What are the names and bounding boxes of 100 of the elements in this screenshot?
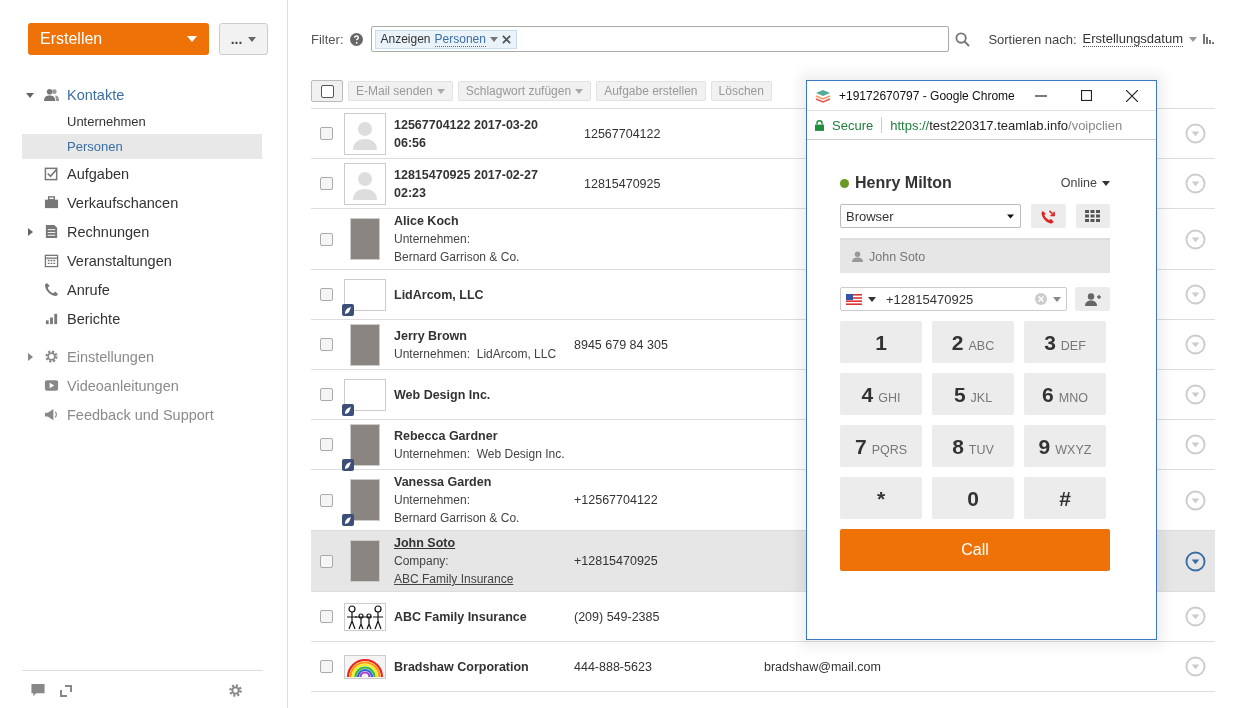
company-line: Unternehmen: Web Design Inc.	[394, 445, 565, 463]
contact-name[interactable]: ABC Family Insurance	[394, 607, 527, 626]
sidebar-item[interactable]: Videoanleitungen	[22, 371, 262, 400]
sidebar-item[interactable]: Aufgaben	[22, 159, 262, 188]
email-address[interactable]: bradshaw@mail.com	[764, 659, 881, 674]
add-person-icon	[1084, 292, 1101, 306]
avatar-placeholder	[344, 112, 386, 155]
company-link[interactable]: Bernard Garrison & Co.	[394, 509, 520, 527]
contact-name[interactable]: Rebecca Gardner	[394, 426, 498, 445]
row-checkbox[interactable]	[320, 610, 333, 623]
search-icon[interactable]	[954, 31, 970, 47]
dial-key[interactable]: 5 JKL	[932, 373, 1014, 415]
company-label: Unternehmen:	[394, 492, 471, 509]
photo-placeholder	[350, 479, 380, 521]
dial-key[interactable]: 8 TUV	[932, 425, 1014, 467]
contact-name[interactable]: 12567704122 2017-03-20 06:56	[394, 115, 569, 152]
sidebar-item[interactable]: Berichte	[22, 304, 262, 333]
contact-field[interactable]: John Soto	[840, 238, 1110, 273]
company-label: Unternehmen:	[394, 231, 471, 248]
sidebar-item[interactable]: Kontakte	[22, 80, 262, 109]
dial-key[interactable]: 4 GHI	[840, 373, 922, 415]
nav-icon	[44, 378, 59, 393]
sidebar-item[interactable]: Anrufe	[22, 275, 262, 304]
contact-name[interactable]: Vanessa Garden	[394, 473, 492, 491]
dial-key[interactable]: 2 ABC	[932, 321, 1014, 363]
filter-field[interactable]: Anzeigen Personen	[370, 26, 949, 52]
expand-arrow-icon[interactable]	[26, 352, 34, 361]
sidebar-item[interactable]: Verkaufschancen	[22, 188, 262, 217]
close-icon[interactable]	[501, 34, 511, 44]
contact-name[interactable]: Bradshaw Corporation	[394, 657, 529, 676]
nav-icon	[44, 349, 59, 364]
dial-key[interactable]: 1	[840, 321, 922, 363]
expand-arrow-icon[interactable]	[26, 90, 34, 99]
caret-icon	[1007, 213, 1015, 219]
chat-icon[interactable]	[30, 683, 46, 698]
secure-label: Secure	[832, 117, 874, 133]
photo-placeholder	[350, 323, 380, 366]
sort-dropdown[interactable]: Erstellungsdatum	[1082, 31, 1183, 47]
settings-icon[interactable]	[228, 683, 243, 698]
contact-name-text: John Soto	[869, 249, 926, 264]
contact-name[interactable]: Web Design Inc.	[394, 385, 491, 404]
expand-arrow-icon[interactable]	[26, 227, 34, 236]
sidebar-item[interactable]: Rechnungen	[22, 217, 262, 246]
company-link[interactable]: Bernard Garrison & Co.	[394, 248, 520, 266]
dial-key[interactable]: *	[840, 477, 922, 519]
more-button[interactable]: ...	[219, 23, 268, 55]
contact-name[interactable]: Alice Koch	[394, 212, 459, 230]
row-checkbox[interactable]	[320, 177, 333, 190]
sidebar-subitem[interactable]: Personen	[22, 134, 262, 159]
nav-label: Feedback und Support	[67, 406, 214, 423]
maximize-icon[interactable]	[1081, 90, 1092, 101]
dial-key[interactable]: 7 PQRS	[840, 425, 922, 467]
add-contact-button[interactable]	[1075, 287, 1110, 311]
row-checkbox[interactable]	[320, 554, 333, 568]
dial-key[interactable]: 0	[932, 477, 1014, 519]
contact-name[interactable]: LidArcom, LLC	[394, 285, 484, 304]
row-checkbox[interactable]	[320, 438, 333, 451]
contact-row[interactable]: Bradshaw Corporation 444-888-5623 bradshaw@mail.com	[311, 642, 1215, 692]
missed-call-button[interactable]	[1031, 204, 1066, 228]
nav-label: Einstellungen	[67, 348, 155, 365]
user-name: Henry Milton	[855, 174, 952, 192]
contact-name[interactable]: Jerry Brown	[394, 326, 467, 345]
row-checkbox[interactable]	[320, 388, 333, 401]
dial-key[interactable]: 9 WXYZ	[1024, 425, 1106, 467]
family-drawing	[344, 602, 386, 631]
filter-tag[interactable]: Anzeigen Personen	[374, 29, 517, 49]
row-checkbox[interactable]	[320, 660, 333, 673]
phone-number: +12815470925	[574, 554, 658, 568]
sort-order-icon[interactable]	[1203, 34, 1215, 44]
row-checkbox[interactable]	[320, 127, 333, 140]
status-dropdown[interactable]: Online	[1060, 176, 1110, 190]
sidebar-subitem[interactable]: Unternehmen	[22, 109, 262, 134]
dial-key[interactable]: #	[1024, 477, 1106, 519]
row-checkbox[interactable]	[320, 232, 333, 246]
row-checkbox[interactable]	[320, 288, 333, 301]
select-all-checkbox[interactable]	[311, 80, 343, 102]
avatar-placeholder	[344, 162, 386, 205]
close-icon[interactable]	[1126, 89, 1138, 102]
dial-key[interactable]: 6 MNO	[1024, 373, 1106, 415]
keypad-button[interactable]	[1075, 204, 1110, 228]
help-icon[interactable]	[349, 32, 363, 46]
nav-label: Berichte	[67, 310, 121, 327]
row-checkbox[interactable]	[320, 493, 333, 507]
sidebar-item[interactable]: Veranstaltungen	[22, 246, 262, 275]
contact-name[interactable]: John Soto	[394, 534, 456, 552]
company-link[interactable]: ABC Family Insurance	[394, 570, 514, 588]
contact-name[interactable]: 12815470925 2017-02-27 02:23	[394, 165, 569, 202]
address-bar[interactable]: Secure https://test220317.teamlab.info/voipclien	[807, 110, 1156, 140]
clear-icon[interactable]	[1035, 293, 1047, 305]
expand-icon[interactable]	[60, 684, 72, 697]
sidebar-item[interactable]: Feedback und Support	[22, 400, 262, 429]
phone-number-field[interactable]: +12815470925	[840, 287, 1067, 311]
nav-label: Aufgaben	[67, 165, 130, 182]
device-select[interactable]: Browser	[840, 204, 1022, 228]
rainbow-drawing	[344, 654, 386, 679]
row-menu-icon[interactable]	[1185, 550, 1206, 572]
sort-label: Sortieren nach:	[988, 31, 1077, 47]
photo-placeholder	[350, 540, 380, 582]
dial-key[interactable]: 3 DEF	[1024, 321, 1106, 363]
row-checkbox[interactable]	[320, 338, 333, 351]
